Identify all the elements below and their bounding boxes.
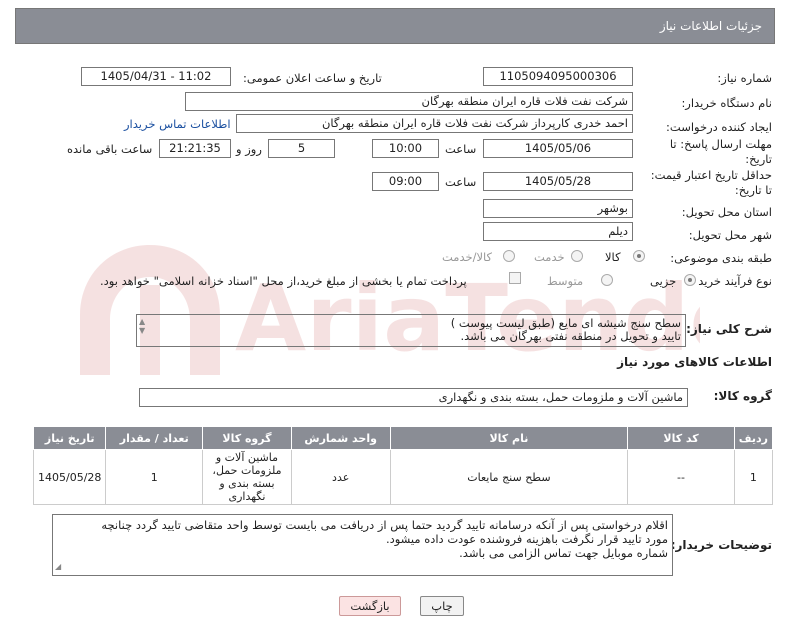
resize-handle-icon[interactable]: ◢ (55, 560, 61, 574)
col-date: تاریخ نیاز (32, 426, 107, 450)
col-unit: واحد شمارش (290, 426, 391, 450)
table-header-row: ردیف کد کالا نام کالا واحد شمارش گروه کا… (32, 426, 774, 450)
process-minor-radio[interactable] (684, 274, 696, 286)
days-remaining-field[interactable]: 5 (268, 139, 335, 158)
cell-row: 1 (733, 449, 774, 505)
items-table: ردیف کد کالا نام کالا واحد شمارش گروه کا… (32, 426, 774, 505)
treasury-payment-checkbox[interactable] (509, 272, 521, 284)
deadline-time-label: ساعت (445, 142, 477, 156)
print-button[interactable]: چاپ (420, 596, 464, 616)
buyer-org-field[interactable]: شرکت نفت فلات قاره ایران منطقه بهرگان (185, 92, 633, 111)
deadline-label-date: تاریخ: (745, 152, 772, 166)
time-remaining-field[interactable]: 21:21:35 (159, 139, 231, 158)
buyer-org-label: نام دستگاه خریدار: (681, 96, 772, 110)
category-label: طبقه بندی موضوعی: (670, 251, 772, 265)
category-goods-label: کالا (605, 250, 621, 264)
deadline-date-field[interactable]: 1405/05/06 (483, 139, 633, 158)
cell-code: -- (627, 449, 735, 505)
category-goods-radio[interactable] (633, 250, 645, 262)
buyer-notes-line-2: مورد تایید قرار نگرفت باهزینه فروشنده عو… (385, 532, 668, 546)
goods-group-label: گروه کالا: (713, 389, 772, 403)
category-goods-service-radio[interactable] (503, 250, 515, 262)
description-line-2: تایید و تحویل در منطقه نفتی بهرگان می با… (460, 329, 681, 343)
process-label: نوع فرآیند خرید : (690, 274, 772, 288)
province-field[interactable]: بوشهر (483, 199, 633, 218)
price-validity-date-field[interactable]: 1405/05/28 (483, 172, 633, 191)
process-minor-label: جزیی (650, 274, 677, 288)
goods-group-field[interactable]: ماشین آلات و ملزومات حمل، بسته بندی و نگ… (139, 388, 688, 407)
watermark-logo-icon (80, 245, 220, 375)
deadline-time-field[interactable]: 10:00 (372, 139, 439, 158)
process-medium-label: متوسط (547, 274, 584, 288)
page-title: جزئیات اطلاعات نیاز (659, 19, 762, 33)
description-textarea[interactable]: سطح سنج شیشه ای مایع (طبق لیست پیوست ) ت… (136, 314, 686, 347)
buyer-notes-line-1: اقلام درخواستی پس از آنکه درسامانه تایید… (101, 518, 668, 532)
buyer-notes-line-3: شماره موبایل جهت تماس الزامی می باشد. (459, 546, 668, 560)
description-label: شرح کلی نیاز: (686, 322, 772, 336)
price-time-label: ساعت (445, 175, 477, 189)
col-group: گروه کالا (202, 426, 292, 450)
col-row: ردیف (733, 426, 774, 450)
cell-date: 1405/05/28 (32, 449, 107, 505)
category-service-label: خدمت (534, 250, 565, 264)
price-time-field[interactable]: 09:00 (372, 172, 439, 191)
cell-group: ماشین آلات و ملزومات حمل، بسته بندی و نگ… (202, 449, 292, 505)
creator-label: ایجاد کننده درخواست: (666, 120, 772, 134)
price-validity-label: حداقل تاریخ اعتبار قیمت: (650, 168, 772, 182)
col-qty: تعداد / مقدار (105, 426, 204, 450)
cell-name: سطح سنج مایعات (389, 449, 629, 505)
category-service-radio[interactable] (571, 250, 583, 262)
buyer-notes-textarea[interactable]: اقلام درخواستی پس از آنکه درسامانه تایید… (52, 514, 673, 576)
col-code: کد کالا (627, 426, 735, 450)
deadline-label: مهلت ارسال پاسخ: تا (669, 137, 772, 151)
creator-field[interactable]: احمد خدری کارپرداز شرکت نفت فلات قاره ای… (236, 114, 633, 133)
process-medium-radio[interactable] (601, 274, 613, 286)
col-name: نام کالا (389, 426, 629, 450)
price-validity-label-date: تا تاریخ: (734, 183, 772, 197)
cell-unit: عدد (290, 449, 391, 505)
need-number-label: شماره نیاز: (717, 71, 772, 85)
city-field[interactable]: دیلم (483, 222, 633, 241)
back-button[interactable]: بازگشت (339, 596, 401, 616)
table-row: 1 -- سطح سنج مایعات عدد ماشین آلات و ملز… (32, 449, 774, 505)
time-remaining-label: ساعت باقی مانده (67, 142, 153, 156)
cell-qty: 1 (105, 449, 204, 505)
need-number-field[interactable]: 1105094095000306 (483, 67, 633, 86)
textarea-scroll-arrows-icon[interactable]: ▲ ▼ (139, 317, 145, 335)
goods-section-title: اطلاعات کالاهای مورد نیاز (617, 355, 772, 369)
buyer-notes-label: توضیحات خریدار: (670, 538, 772, 552)
category-goods-service-label: کالا/خدمت (442, 250, 493, 264)
announce-label: تاریخ و ساعت اعلان عمومی: (243, 71, 382, 85)
city-label: شهر محل تحویل: (688, 228, 772, 242)
announce-datetime-field[interactable]: 1405/04/31 - 11:02 (81, 67, 231, 86)
page-header: جزئیات اطلاعات نیاز (15, 8, 775, 44)
treasury-payment-note: پرداخت تمام یا بخشی از مبلغ خرید،از محل … (100, 274, 467, 288)
province-label: استان محل تحویل: (681, 205, 772, 219)
days-label: روز و (236, 142, 262, 156)
buyer-contact-link[interactable]: اطلاعات تماس خریدار (124, 117, 231, 131)
watermark: AriaTender.net (80, 245, 700, 375)
